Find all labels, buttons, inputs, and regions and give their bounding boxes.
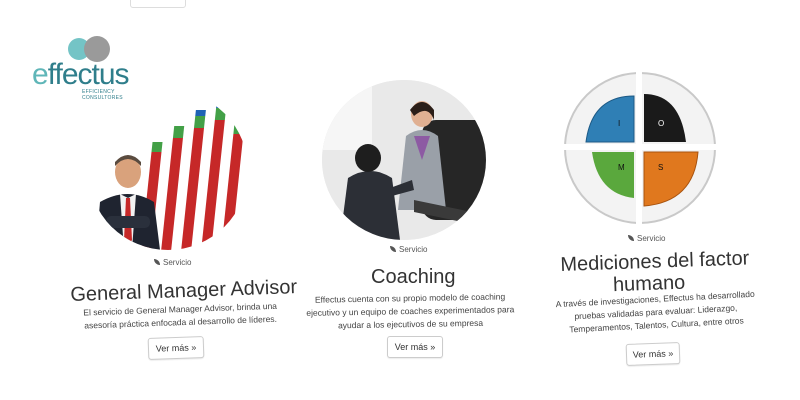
mediciones-image: I O M S — [562, 70, 718, 226]
ver-mas-button[interactable]: Ver más » — [625, 342, 681, 366]
leaf-icon — [154, 259, 160, 265]
leaf-icon — [628, 235, 634, 241]
service-badge: Servicio — [628, 234, 665, 243]
logo-wordmark: effectus — [32, 58, 130, 91]
effectus-logo: effectus EFFICIENCY CONSULTORES — [30, 36, 150, 101]
service-badge: Servicio — [390, 245, 427, 254]
leaf-icon — [390, 246, 396, 252]
coaching-image — [322, 80, 486, 240]
quadrant-label-i: I — [618, 119, 620, 128]
quadrant-label-o: O — [658, 119, 664, 128]
ver-mas-button[interactable]: Ver más » — [387, 336, 443, 358]
card-title: Coaching — [371, 266, 456, 288]
top-button-stub[interactable] — [130, 0, 186, 8]
quadrant-label-s: S — [658, 163, 663, 172]
general-manager-image — [88, 90, 248, 250]
ver-mas-button[interactable]: Ver más » — [147, 336, 205, 360]
quadrant-label-m: M — [618, 163, 625, 172]
card-description: Effectus cuenta con su propio modelo de … — [306, 291, 515, 331]
service-badge: Servicio — [154, 258, 191, 267]
